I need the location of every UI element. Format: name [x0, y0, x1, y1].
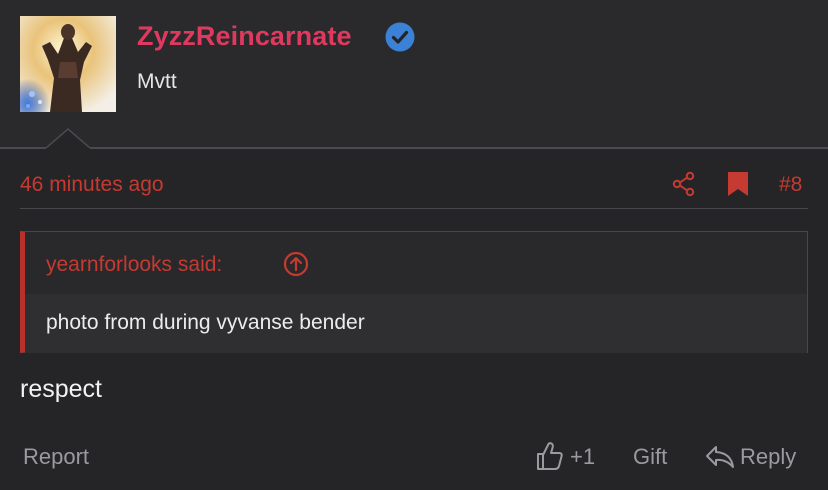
forum-post: ZyzzReincarnate Mvtt 46 minutes ago #8 y… — [0, 0, 828, 490]
header-divider — [0, 147, 828, 149]
share-icon[interactable] — [671, 171, 697, 197]
quote-header: yearnforlooks said: — [25, 232, 807, 294]
quote-author-link[interactable]: yearnforlooks said: — [46, 253, 222, 277]
report-link[interactable]: Report — [23, 444, 89, 470]
reply-icon[interactable] — [705, 444, 735, 470]
reply-button[interactable]: Reply — [740, 444, 796, 470]
post-author-header: ZyzzReincarnate Mvtt — [0, 0, 828, 148]
quote-block: yearnforlooks said: photo from during vy… — [20, 231, 808, 353]
post-number-link[interactable]: #8 — [779, 173, 802, 197]
quote-body: photo from during vyvanse bender — [25, 294, 807, 353]
gift-button[interactable]: Gift — [633, 444, 667, 470]
bookmark-icon[interactable] — [726, 171, 750, 197]
quote-text: photo from during vyvanse bender — [46, 311, 365, 334]
post-message: respect — [20, 375, 102, 403]
post-timestamp[interactable]: 46 minutes ago — [20, 173, 164, 197]
header-caret — [46, 128, 90, 150]
meta-divider — [20, 208, 808, 209]
verified-badge-icon — [385, 22, 415, 52]
like-count[interactable]: +1 — [570, 444, 595, 470]
arrow-up-circle-icon[interactable] — [283, 251, 309, 277]
username-link[interactable]: ZyzzReincarnate — [137, 21, 352, 52]
avatar[interactable] — [20, 16, 116, 112]
user-title: Mvtt — [137, 70, 177, 93]
thumbs-up-icon[interactable] — [536, 441, 564, 471]
